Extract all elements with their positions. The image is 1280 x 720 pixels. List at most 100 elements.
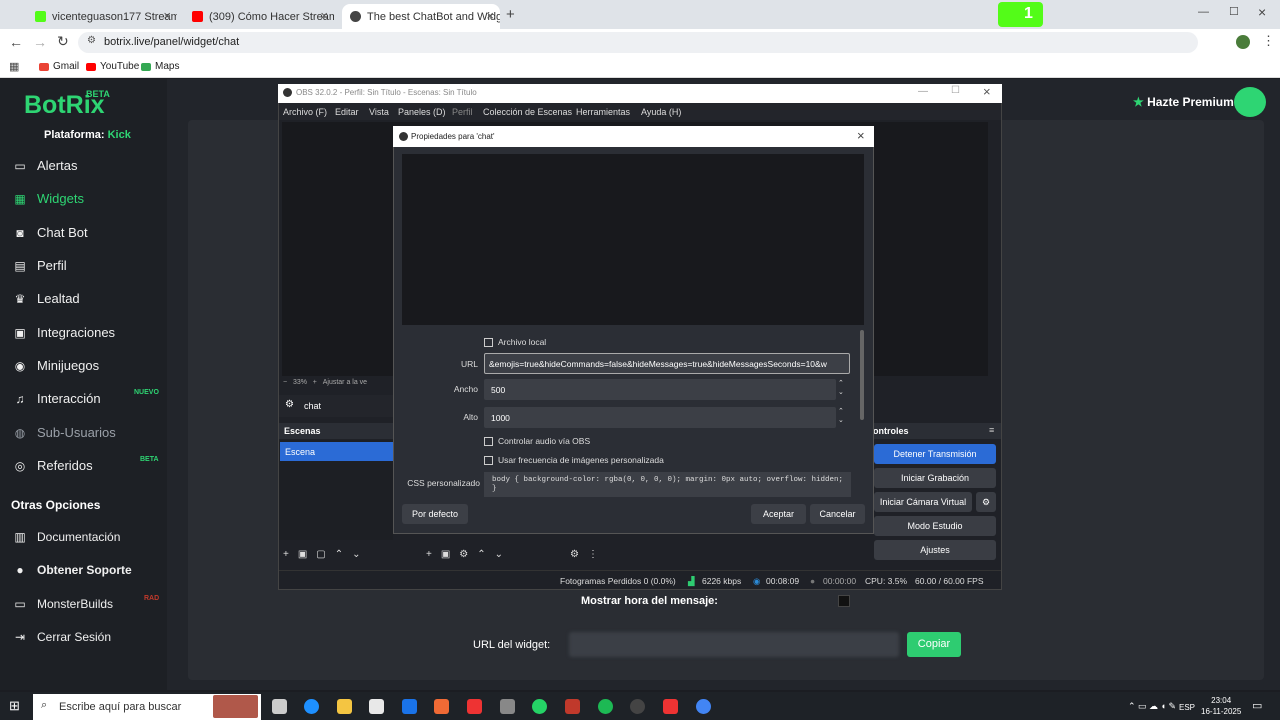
app-icon[interactable] bbox=[434, 699, 449, 714]
css-textarea[interactable]: body { background-color: rgba(0, 0, 0, 0… bbox=[484, 472, 851, 497]
bookmark-maps[interactable]: Maps bbox=[141, 61, 179, 72]
user-avatar[interactable] bbox=[1234, 87, 1266, 117]
forward-icon[interactable]: → bbox=[33, 34, 47, 50]
menu-coleccion[interactable]: Colección de Escenas bbox=[483, 107, 572, 117]
menu-editar[interactable]: Editar bbox=[335, 107, 359, 117]
sidebar-item-referidos[interactable]: ◎ Referidos bbox=[13, 458, 93, 473]
tab-botrix[interactable]: The best ChatBot and Widgets × bbox=[342, 4, 500, 29]
widget-url-label: URL del widget: bbox=[473, 639, 551, 651]
sidebar-item-lealtad[interactable]: ♛ Lealtad bbox=[13, 291, 80, 306]
mail-icon[interactable] bbox=[402, 699, 417, 714]
store-icon[interactable] bbox=[369, 699, 384, 714]
source-toolbar[interactable]: +▣⚙⌃⌄ bbox=[426, 549, 512, 560]
dropped-frames: Fotogramas Perdidos 0 (0.0%) bbox=[560, 576, 676, 586]
widget-url-field[interactable] bbox=[569, 632, 899, 657]
scene-toolbar[interactable]: +▣▢⌃⌄ bbox=[283, 549, 370, 560]
spotify-icon[interactable] bbox=[598, 699, 613, 714]
sidebar-item-minijuegos[interactable]: ◉ Minijuegos bbox=[13, 358, 99, 373]
menu-archivo[interactable]: Archivo (F) bbox=[283, 107, 327, 117]
dock-menu-icon[interactable]: ≡ bbox=[989, 425, 994, 435]
bookmark-youtube[interactable]: YouTube bbox=[86, 61, 139, 72]
whatsapp-icon[interactable] bbox=[532, 699, 547, 714]
scene-item[interactable]: Escena bbox=[280, 442, 393, 461]
sidebar-item-widgets[interactable]: ▦ Widgets bbox=[13, 191, 84, 206]
cancel-button[interactable]: Cancelar bbox=[810, 504, 865, 524]
sidebar-item-alertas[interactable]: ▭ Alertas bbox=[13, 158, 77, 173]
start-icon[interactable]: ⊞ bbox=[9, 698, 20, 714]
star-app-icon[interactable] bbox=[467, 699, 482, 714]
maximize-icon[interactable]: ☐ bbox=[1229, 5, 1239, 18]
sidebar-item-soporte[interactable]: ● Obtener Soporte bbox=[13, 563, 131, 577]
width-field[interactable]: 500 bbox=[484, 379, 836, 400]
media-app-icon[interactable] bbox=[565, 699, 580, 714]
tab-kick-stream[interactable]: vicenteguason177 Stream × bbox=[27, 4, 177, 29]
bookmark-gmail[interactable]: Gmail bbox=[39, 61, 79, 72]
task-view-icon[interactable] bbox=[272, 699, 287, 714]
height-field[interactable]: 1000 bbox=[484, 407, 836, 428]
tab-youtube[interactable]: (309) Cómo Hacer Streams × bbox=[184, 4, 334, 29]
settings-button[interactable]: Ajustes bbox=[874, 540, 996, 560]
gear-icon[interactable]: ⚙ bbox=[285, 399, 294, 410]
sidebar-item-interaccion[interactable]: ♫ Interacción bbox=[13, 391, 101, 406]
capcut-icon[interactable] bbox=[500, 699, 515, 714]
sidebar-item-cerrar-sesion[interactable]: ⇥ Cerrar Sesión bbox=[13, 630, 111, 644]
accept-button[interactable]: Aceptar bbox=[751, 504, 806, 524]
scrollbar[interactable] bbox=[860, 330, 864, 420]
copy-button[interactable]: Copiar bbox=[907, 632, 961, 657]
menu-paneles[interactable]: Paneles (D) bbox=[398, 107, 446, 117]
pdf-icon[interactable] bbox=[663, 699, 678, 714]
obs-close-icon[interactable]: × bbox=[983, 84, 991, 99]
minimize-icon[interactable]: — bbox=[1198, 6, 1209, 18]
dialog-close-icon[interactable]: × bbox=[857, 128, 865, 143]
width-stepper[interactable]: ⌃ ⌄ bbox=[838, 379, 844, 397]
start-recording-button[interactable]: Iniciar Grabación bbox=[874, 468, 996, 488]
audio-control-checkbox[interactable]: Controlar audio vía OBS bbox=[484, 436, 590, 446]
obs-taskbar-icon[interactable] bbox=[630, 699, 645, 714]
site-info-icon[interactable]: ⚙ bbox=[87, 35, 96, 46]
explorer-icon[interactable] bbox=[337, 699, 352, 714]
close-window-icon[interactable]: × bbox=[1258, 4, 1266, 20]
reload-icon[interactable]: ↻ bbox=[57, 33, 69, 50]
close-icon[interactable]: × bbox=[320, 8, 328, 23]
show-time-toggle[interactable] bbox=[838, 595, 850, 607]
premium-link[interactable]: ★ Hazte Premium bbox=[1133, 95, 1234, 109]
sidebar-item-monsterbuilds[interactable]: ▭ MonsterBuilds bbox=[13, 597, 113, 611]
menu-ayuda[interactable]: Ayuda (H) bbox=[641, 107, 681, 117]
sidebar-item-documentacion[interactable]: ▥ Documentación bbox=[13, 530, 120, 544]
defaults-button[interactable]: Por defecto bbox=[402, 504, 468, 524]
menu-herramientas[interactable]: Herramientas bbox=[576, 107, 630, 117]
custom-fps-checkbox[interactable]: Usar frecuencia de imágenes personalizad… bbox=[484, 455, 664, 465]
sidebar-item-integraciones[interactable]: ▣ Integraciones bbox=[13, 325, 115, 340]
url-field[interactable]: &emojis=true&hideCommands=false&hideMess… bbox=[484, 353, 850, 374]
menu-vista[interactable]: Vista bbox=[369, 107, 389, 117]
obs-minimize-icon[interactable]: — bbox=[918, 86, 928, 97]
studio-mode-button[interactable]: Modo Estudio bbox=[874, 516, 996, 536]
url-input[interactable]: ⚙ botrix.live/panel/widget/chat bbox=[78, 32, 1198, 53]
close-icon[interactable]: × bbox=[163, 8, 171, 23]
height-stepper[interactable]: ⌃ ⌄ bbox=[838, 407, 844, 425]
back-icon[interactable]: ← bbox=[9, 34, 23, 50]
zoom-controls[interactable]: − 33% + Ajustar a la ve bbox=[283, 379, 367, 386]
virtual-camera-button[interactable]: Iniciar Cámara Virtual bbox=[874, 492, 972, 512]
menu-icon[interactable]: ⋮ bbox=[1262, 33, 1275, 49]
stop-stream-button[interactable]: Detener Transmisión bbox=[874, 444, 996, 464]
obs-maximize-icon[interactable]: ☐ bbox=[951, 85, 960, 96]
close-icon[interactable]: × bbox=[486, 8, 494, 23]
language-indicator[interactable]: ESP bbox=[1179, 703, 1195, 712]
tray-icons[interactable]: ⌃ ▭ ☁ ◖ ✎ bbox=[1128, 701, 1176, 712]
new-tab-icon[interactable]: + bbox=[506, 6, 515, 23]
notification-icon[interactable]: ▭ bbox=[1252, 699, 1262, 712]
local-file-checkbox[interactable]: Archivo local bbox=[484, 337, 546, 347]
sidebar-item-sub-usuarios[interactable]: ◍ Sub-Usuarios bbox=[13, 425, 116, 440]
profile-avatar[interactable] bbox=[1236, 35, 1250, 49]
apps-icon[interactable]: ▦ bbox=[9, 60, 19, 73]
chrome-icon[interactable] bbox=[696, 699, 711, 714]
sidebar-item-perfil[interactable]: ▤ Perfil bbox=[13, 258, 66, 273]
kick-badge[interactable]: 1 bbox=[998, 2, 1043, 27]
mixer-toolbar[interactable]: ⚙⋮ bbox=[570, 549, 607, 560]
sidebar-item-chat-bot[interactable]: ◙ Chat Bot bbox=[13, 225, 87, 240]
virtual-camera-settings[interactable]: ⚙ bbox=[976, 492, 996, 512]
clock[interactable]: 23:04 16-11-2025 bbox=[1201, 695, 1241, 717]
edge-icon[interactable] bbox=[304, 699, 319, 714]
menu-perfil[interactable]: Perfil bbox=[452, 107, 473, 117]
